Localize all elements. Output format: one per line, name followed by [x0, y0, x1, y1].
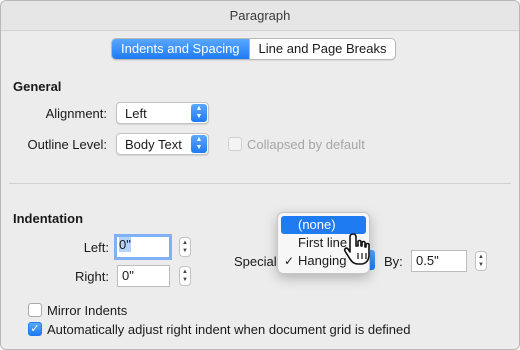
- checkmark-icon: ✓: [284, 254, 295, 268]
- by-stepper[interactable]: ▲ ▼: [475, 251, 487, 271]
- up-down-chevron-icon: ▲ ▼: [191, 104, 207, 122]
- menu-item-label: (none): [298, 217, 336, 232]
- right-indent-stepper[interactable]: ▲ ▼: [179, 266, 191, 286]
- left-indent-field[interactable]: 0": [114, 234, 172, 260]
- checkmark-icon: ✓: [30, 323, 40, 335]
- alignment-value: Left: [125, 106, 147, 121]
- alignment-label: Alignment:: [45, 106, 107, 121]
- pointer-cursor-icon: [343, 233, 370, 265]
- tab-indents-and-spacing[interactable]: Indents and Spacing: [112, 39, 249, 59]
- right-indent-label: Right:: [75, 269, 109, 284]
- outline-level-popup[interactable]: Body Text ▲ ▼: [116, 133, 209, 155]
- tab-line-and-page-breaks[interactable]: Line and Page Breaks: [248, 39, 396, 59]
- right-indent-field[interactable]: 0": [117, 265, 170, 287]
- paragraph-dialog: Paragraph Indents and Spacing Line and P…: [0, 0, 520, 350]
- section-divider: [9, 183, 511, 184]
- window-title: Paragraph: [1, 1, 519, 31]
- indentation-section-title: Indentation: [13, 211, 84, 226]
- right-indent-value: 0": [122, 268, 134, 283]
- auto-adjust-indent-label: Automatically adjust right indent when d…: [47, 322, 411, 337]
- left-indent-label: Left:: [83, 240, 109, 255]
- up-down-chevron-icon: ▲ ▼: [191, 135, 207, 153]
- by-field[interactable]: 0.5": [411, 250, 467, 272]
- by-value: 0.5": [416, 253, 439, 268]
- collapsed-by-default-label: Collapsed by default: [247, 137, 365, 152]
- collapsed-by-default-checkbox: [228, 137, 242, 151]
- left-indent-stepper[interactable]: ▲ ▼: [179, 237, 191, 257]
- tab-bar: Indents and Spacing Line and Page Breaks: [111, 38, 397, 60]
- outline-level-value: Body Text: [125, 137, 182, 152]
- menu-item-label: Hanging: [298, 253, 347, 268]
- mirror-indents-checkbox[interactable]: [28, 303, 42, 317]
- mirror-indents-label: Mirror Indents: [47, 303, 128, 318]
- menu-item-label: First line: [298, 235, 348, 250]
- outline-level-label: Outline Level:: [27, 137, 108, 152]
- general-section-title: General: [13, 79, 62, 94]
- special-label: Special: [234, 254, 277, 269]
- auto-adjust-indent-checkbox[interactable]: ✓: [28, 322, 42, 336]
- alignment-popup[interactable]: Left ▲ ▼: [116, 102, 209, 124]
- left-indent-value: 0": [119, 237, 131, 252]
- by-label: By:: [384, 254, 403, 269]
